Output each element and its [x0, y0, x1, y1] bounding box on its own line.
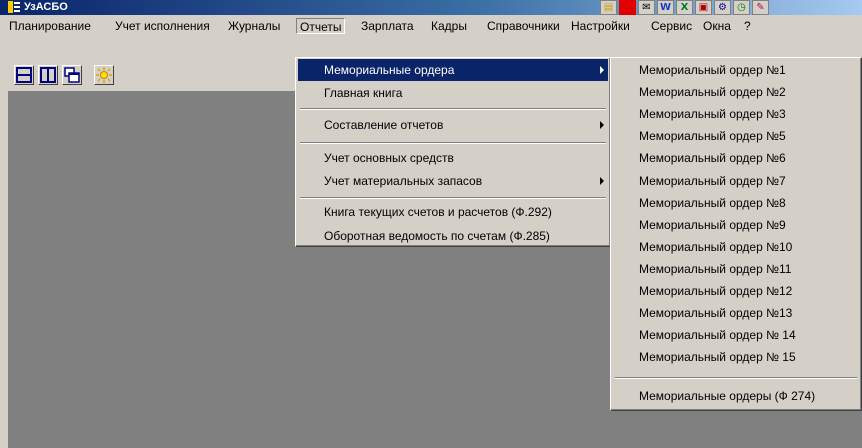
menu-item-label: Составление отчетов	[324, 118, 444, 132]
menu-item-label: Мемориальный ордер №10	[639, 240, 793, 254]
menu-8[interactable]: Сервис	[648, 18, 695, 34]
menu-item-label: Мемориальный ордер №11	[639, 262, 792, 276]
memorial-order-item[interactable]: Мемориальный ордер №12	[613, 280, 859, 302]
reports-menu-item-5[interactable]: Книга текущих счетов и расчетов (Ф.292)	[298, 201, 608, 223]
menu-item-label: Мемориальный ордер № 15	[639, 350, 796, 364]
memorial-orders-submenu: Мемориальный ордер №1 Мемориальный ордер …	[610, 57, 862, 411]
menu-4[interactable]: Зарплата	[358, 18, 417, 34]
menu-separator	[300, 142, 606, 144]
reports-menu-item-3[interactable]: Учет основных средств	[298, 147, 608, 169]
menu-item-label: Книга текущих счетов и расчетов (Ф.292)	[324, 205, 552, 219]
submenu-arrow-icon	[600, 177, 604, 185]
menu-item-label: Мемориальный ордер №6	[639, 151, 786, 165]
menu-5[interactable]: Кадры	[428, 18, 470, 34]
menu-item-label: Оборотная ведомость по счетам (Ф.285)	[324, 229, 550, 243]
menu-item-label: Учет основных средств	[324, 151, 454, 165]
menu-item-label: Мемориальный ордер №7	[639, 174, 786, 188]
menu-7[interactable]: Настройки	[568, 18, 633, 34]
menu-item-label: Мемориальный ордер №13	[639, 306, 793, 320]
tile-vertical-icon	[40, 67, 56, 86]
menu-item-label: Мемориальные ордера	[324, 63, 455, 77]
tile-horizontal-icon	[16, 67, 32, 86]
menu-separator	[300, 108, 606, 110]
menu-item-label: Мемориальный ордер №1	[639, 63, 786, 77]
memorial-order-item[interactable]: Мемориальный ордер №9	[613, 214, 859, 236]
clock-icon[interactable]: ◷	[733, 0, 750, 15]
notes-icon[interactable]: ✎	[752, 0, 769, 15]
menu-3[interactable]: Отчеты	[296, 18, 346, 34]
app-tile-icon[interactable]: ▤	[600, 0, 617, 15]
red-block-icon[interactable]	[619, 0, 636, 15]
sun-button[interactable]	[94, 65, 114, 85]
memorial-order-item[interactable]: Мемориальный ордер №2	[613, 81, 859, 103]
menu-10[interactable]: ?	[741, 18, 754, 34]
cascade-icon	[64, 67, 80, 86]
memorial-order-item[interactable]: Мемориальный ордер №5	[613, 125, 859, 147]
sun-icon	[96, 67, 112, 86]
reports-menu-item-0[interactable]: Мемориальные ордера	[298, 59, 608, 81]
submenu-arrow-icon	[600, 121, 604, 129]
menu-2[interactable]: Журналы	[225, 18, 283, 34]
reports-menu-item-2[interactable]: Составление отчетов	[298, 114, 608, 136]
memorial-order-item[interactable]: Мемориальный ордер № 15	[613, 346, 859, 368]
word-icon[interactable]: W	[657, 0, 674, 15]
menu-item-label: Мемориальный ордер №5	[639, 129, 786, 143]
window-title: УзАСБО	[24, 1, 68, 13]
memorial-order-item[interactable]: Мемориальный ордер №1	[613, 59, 859, 81]
memorial-order-item[interactable]: Мемориальный ордер №13	[613, 302, 859, 324]
menu-item-label: Главная книга	[324, 86, 403, 100]
excel-icon[interactable]: X	[676, 0, 693, 15]
tile-horizontal-button[interactable]	[14, 65, 34, 85]
tile-vertical-button[interactable]	[38, 65, 58, 85]
reports-menu-item-6[interactable]: Оборотная ведомость по счетам (Ф.285)	[298, 225, 608, 247]
mail-icon[interactable]: ✉	[638, 0, 655, 15]
menu-item-label: Мемориальный ордер №9	[639, 218, 786, 232]
tools-icon[interactable]: ⚙	[714, 0, 731, 15]
memorial-order-item[interactable]: Мемориальный ордер №11	[613, 258, 859, 280]
memorial-orders-f274-item[interactable]: Мемориальные ордеры (Ф 274)	[613, 385, 859, 407]
memorial-order-item[interactable]: Мемориальный ордер №7	[613, 170, 859, 192]
menu-0[interactable]: Планирование	[6, 18, 94, 34]
memorial-order-item[interactable]: Мемориальный ордер № 14	[613, 324, 859, 346]
menu-bar: Планирование Учет исполнения Журналы Отчеты…	[0, 15, 862, 37]
cascade-button[interactable]	[62, 65, 82, 85]
memorial-order-item[interactable]: Мемориальный ордер №10	[613, 236, 859, 258]
menu-item-label: Учет материальных запасов	[324, 174, 483, 188]
quick-launch-icons: ▤ ✉ W X ▣ ⚙ ◷ ✎	[600, 0, 769, 15]
menu-item-label: Мемориальный ордер №12	[639, 284, 793, 298]
memorial-order-item[interactable]: Мемориальный ордер №6	[613, 147, 859, 169]
title-bar: УзАСБО ▤ ✉ W X ▣ ⚙ ◷ ✎	[0, 0, 862, 15]
window-frame-left	[0, 37, 8, 448]
reports-menu-item-1[interactable]: Главная книга	[298, 82, 608, 104]
menu-item-label: Мемориальный ордер №3	[639, 107, 786, 121]
menu-9[interactable]: Окна	[700, 18, 734, 34]
app-icon	[8, 1, 20, 13]
menu-separator	[300, 197, 606, 199]
menu-6[interactable]: Справочники	[484, 18, 563, 34]
menu-item-label: Мемориальный ордер № 14	[639, 328, 796, 342]
reports-dropdown-menu: Мемориальные ордера Главная книга Составле…	[295, 57, 611, 247]
submenu-arrow-icon	[600, 66, 604, 74]
menu-item-label: Мемориальные ордеры (Ф 274)	[639, 389, 816, 403]
access-icon[interactable]: ▣	[695, 0, 712, 15]
menu-separator	[615, 377, 857, 379]
memorial-order-item[interactable]: Мемориальный ордер №3	[613, 103, 859, 125]
reports-menu-item-4[interactable]: Учет материальных запасов	[298, 170, 608, 192]
memorial-order-item[interactable]: Мемориальный ордер №8	[613, 192, 859, 214]
menu-item-label: Мемориальный ордер №8	[639, 196, 786, 210]
menu-1[interactable]: Учет исполнения	[112, 18, 213, 34]
menu-item-label: Мемориальный ордер №2	[639, 85, 786, 99]
